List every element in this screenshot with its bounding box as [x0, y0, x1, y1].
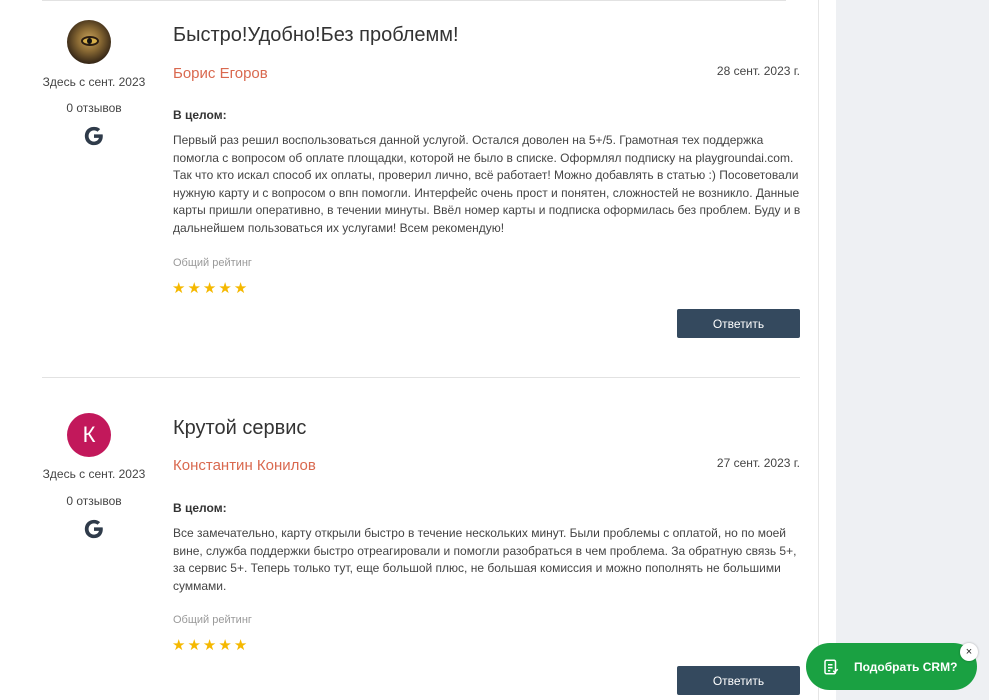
close-icon[interactable]: × [960, 643, 978, 661]
rating-label: Общий рейтинг [173, 257, 252, 269]
reply-button[interactable]: Ответить [677, 309, 800, 338]
star-icon: ★ [233, 280, 248, 297]
rating-label: Общий рейтинг [173, 614, 252, 626]
author-name[interactable]: Борис Егоров [173, 65, 268, 82]
google-icon [84, 519, 103, 539]
member-since: Здесь с сент. 2023 [42, 75, 146, 89]
reviews-count: 0 отзывов [66, 101, 122, 115]
crm-widget-label: Подобрать CRM? [854, 659, 958, 674]
star-icon: ★ [218, 637, 232, 654]
review-date: 27 сент. 2023 г. [716, 456, 800, 470]
user-avatar[interactable] [67, 20, 111, 64]
reviews-count: 0 отзывов [66, 494, 122, 508]
star-icon: ★ [202, 637, 217, 654]
top-divider [42, 0, 786, 1]
user-avatar[interactable]: К [67, 413, 111, 457]
review-title: Быстро!Удобно!Без проблемм! [173, 24, 459, 46]
google-icon [84, 126, 103, 146]
star-icon: ★ [218, 280, 232, 297]
star-icon: ★ [187, 637, 201, 654]
star-icon: ★ [172, 280, 186, 297]
star-icon: ★ [187, 280, 201, 297]
review-title: Крутой сервис [173, 417, 307, 439]
review-text: Все замечательно, карту открыли быстро в… [173, 526, 797, 593]
panel-divider [818, 0, 819, 700]
overall-label: В целом: [173, 501, 227, 515]
review-text: Первый раз решил воспользоваться данной … [173, 133, 801, 235]
star-icon: ★ [202, 280, 217, 297]
member-since: Здесь с сент. 2023 [42, 467, 146, 481]
star-rating: ★ ★ ★ ★ ★ [172, 281, 247, 296]
right-sidebar [836, 0, 989, 700]
review-date: 28 сент. 2023 г. [716, 64, 800, 78]
crm-widget-button[interactable]: Подобрать CRM? [806, 643, 977, 690]
checklist-icon [816, 652, 846, 682]
star-icon: ★ [172, 637, 186, 654]
review-divider [42, 377, 800, 378]
overall-label: В целом: [173, 108, 227, 122]
reply-button[interactable]: Ответить [677, 666, 800, 695]
author-name[interactable]: Константин Конилов [173, 457, 316, 474]
star-icon: ★ [233, 637, 248, 654]
star-rating: ★ ★ ★ ★ ★ [172, 638, 247, 653]
